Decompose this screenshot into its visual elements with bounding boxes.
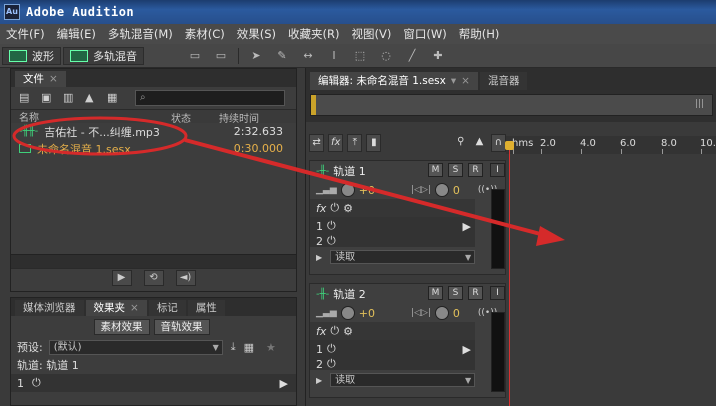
- annotation-overlay: [12, 116, 565, 246]
- annotation-circle: [12, 116, 188, 156]
- arrowhead: [536, 226, 565, 246]
- annotation-arrow: [184, 138, 549, 238]
- app-window: Au Adobe Audition 文件(F) 编辑(E) 多轨混音(M) 素材(C)…: [0, 0, 716, 406]
